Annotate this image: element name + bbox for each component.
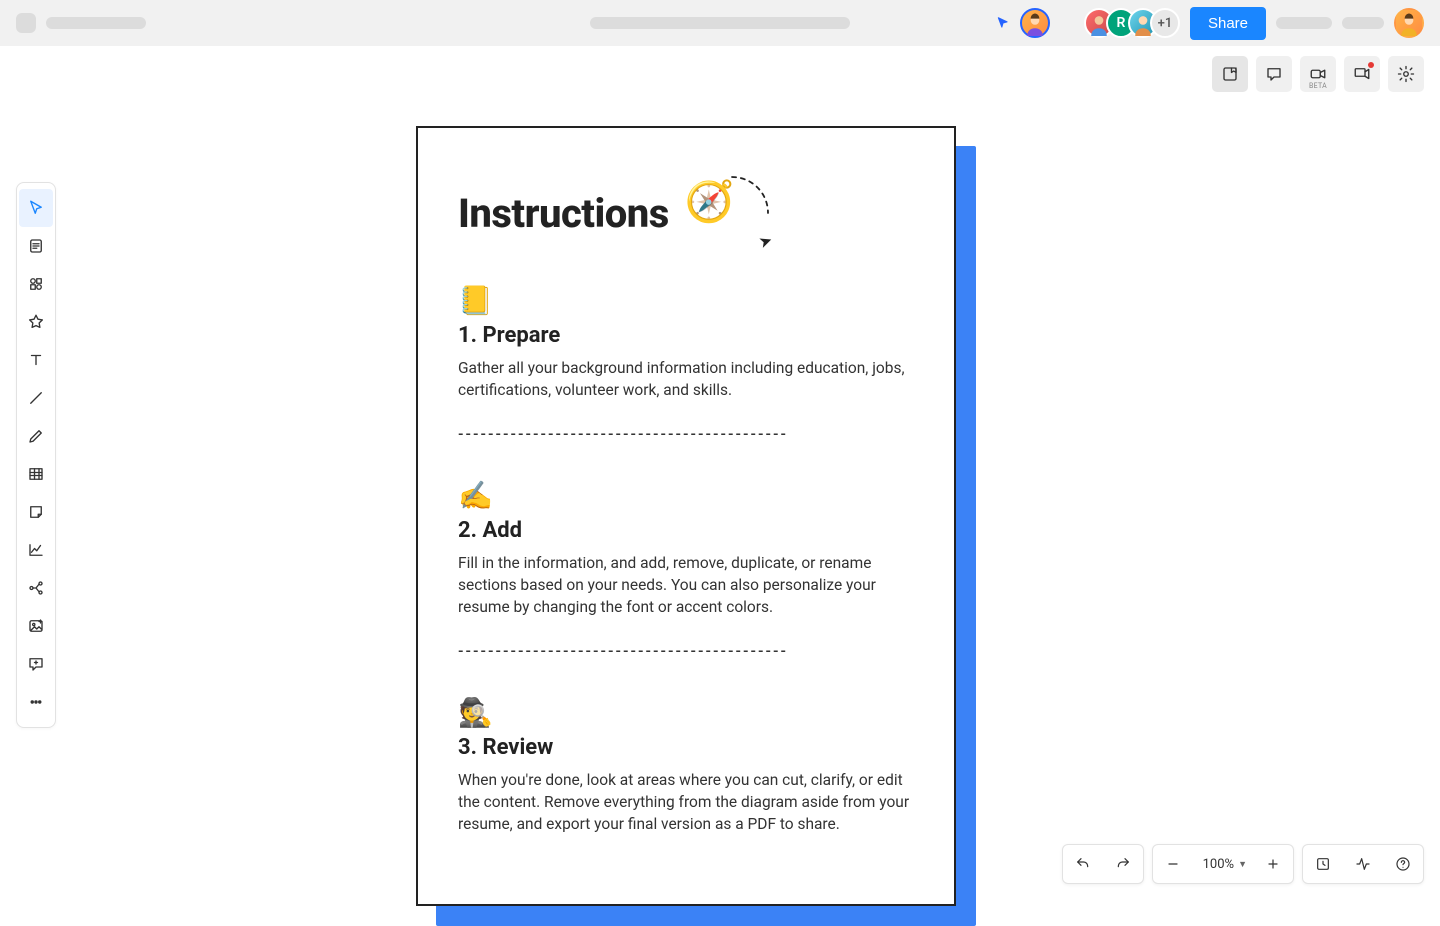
note-icon	[1221, 65, 1239, 83]
star-icon	[27, 313, 45, 331]
zoom-out-button[interactable]	[1153, 845, 1193, 883]
comments-button[interactable]	[1256, 56, 1292, 92]
step-2-emoji: ✍️	[458, 479, 914, 512]
history-icon	[1315, 856, 1331, 872]
pen-tool[interactable]	[19, 417, 53, 455]
redo-button[interactable]	[1103, 845, 1143, 883]
help-button[interactable]	[1383, 845, 1423, 883]
zoom-value: 100%	[1203, 857, 1234, 872]
arrow-cursor-icon: ➤	[757, 233, 773, 252]
video-icon	[1309, 65, 1327, 83]
instructions-document[interactable]: Instructions 🧭 ➤ 📒 1. Prepare Gather all…	[416, 126, 956, 906]
search-placeholder[interactable]	[590, 17, 850, 29]
undo-redo-group	[1062, 844, 1144, 884]
mindmap-tool[interactable]	[19, 569, 53, 607]
image-icon	[27, 617, 45, 635]
settings-button[interactable]	[1388, 56, 1424, 92]
shapes-tool[interactable]	[19, 265, 53, 303]
topbar-placeholder-2[interactable]	[1342, 17, 1384, 29]
video-button[interactable]: BETA	[1300, 56, 1336, 92]
collaborator-avatars: R +1	[1084, 8, 1180, 38]
beta-badge: BETA	[1309, 82, 1327, 90]
more-collaborators[interactable]: +1	[1150, 8, 1180, 38]
divider-2: ----------------------------------------…	[458, 642, 914, 660]
gear-icon	[1397, 65, 1415, 83]
sticky-tool[interactable]	[19, 493, 53, 531]
step-2-heading: 2. Add	[458, 518, 914, 543]
add-comment-icon	[27, 655, 45, 673]
step-1: 📒 1. Prepare Gather all your background …	[458, 284, 914, 401]
minus-icon	[1165, 856, 1181, 872]
line-icon	[27, 389, 45, 407]
line-tool[interactable]	[19, 379, 53, 417]
multiplayer-cursor-icon	[996, 16, 1010, 30]
step-1-body: Gather all your background information i…	[458, 358, 914, 401]
canvas-tools-right: BETA	[1212, 56, 1424, 92]
step-2: ✍️ 2. Add Fill in the information, and a…	[458, 479, 914, 618]
chart-icon	[27, 541, 45, 559]
divider-1: ----------------------------------------…	[458, 425, 914, 443]
share-button[interactable]: Share	[1190, 7, 1266, 40]
image-tool[interactable]	[19, 607, 53, 645]
topbar-right: R +1 Share	[996, 7, 1424, 40]
step-1-emoji: 📒	[458, 284, 914, 317]
topbar: R +1 Share	[0, 0, 1440, 46]
history-button[interactable]	[1303, 845, 1343, 883]
text-icon	[27, 351, 45, 369]
canvas[interactable]: Instructions 🧭 ➤ 📒 1. Prepare Gather all…	[416, 126, 956, 906]
step-3: 🕵️ 3. Review When you're done, look at a…	[458, 696, 914, 835]
text-tool[interactable]	[19, 341, 53, 379]
redo-icon	[1115, 856, 1131, 872]
topbar-left	[16, 13, 146, 33]
zoom-in-button[interactable]	[1253, 845, 1293, 883]
activity-button[interactable]	[1343, 845, 1383, 883]
doc-title-row: Instructions 🧭 ➤	[458, 178, 914, 248]
mindmap-icon	[27, 579, 45, 597]
comment-icon	[1265, 65, 1283, 83]
shapes-icon	[27, 275, 45, 293]
zoom-group: 100% ▼	[1152, 844, 1294, 884]
topbar-center	[590, 17, 850, 29]
step-3-body: When you're done, look at areas where yo…	[458, 770, 914, 835]
pointer-icon	[27, 199, 45, 217]
topbar-placeholder-1[interactable]	[1276, 17, 1332, 29]
table-icon	[27, 465, 45, 483]
bottom-bar: 100% ▼	[1062, 844, 1424, 884]
step-1-heading: 1. Prepare	[458, 323, 914, 348]
step-3-heading: 3. Review	[458, 735, 914, 760]
step-3-emoji: 🕵️	[458, 696, 914, 729]
document-icon	[27, 237, 45, 255]
table-tool[interactable]	[19, 455, 53, 493]
notification-dot	[1368, 62, 1374, 68]
more-icon	[27, 693, 45, 711]
more-tools[interactable]	[19, 683, 53, 721]
doc-title: Instructions	[458, 190, 669, 237]
help-icon	[1395, 856, 1411, 872]
undo-button[interactable]	[1063, 845, 1103, 883]
pencil-icon	[27, 427, 45, 445]
undo-icon	[1075, 856, 1091, 872]
sticky-icon	[27, 503, 45, 521]
present-icon	[1353, 65, 1371, 83]
step-2-body: Fill in the information, and add, remove…	[458, 553, 914, 618]
left-toolbar	[16, 182, 56, 728]
notes-panel-button[interactable]	[1212, 56, 1248, 92]
caret-down-icon: ▼	[1238, 859, 1247, 870]
current-user-avatar[interactable]	[1020, 8, 1050, 38]
select-tool[interactable]	[19, 189, 53, 227]
compass-illustration: 🧭 ➤	[685, 178, 755, 248]
chart-tool[interactable]	[19, 531, 53, 569]
present-button[interactable]	[1344, 56, 1380, 92]
comment-tool[interactable]	[19, 645, 53, 683]
app-menu-placeholder[interactable]	[16, 13, 36, 33]
zoom-level[interactable]: 100% ▼	[1193, 857, 1253, 872]
extra-group	[1302, 844, 1424, 884]
account-avatar[interactable]	[1394, 8, 1424, 38]
doc-title-placeholder[interactable]	[46, 17, 146, 29]
activity-icon	[1355, 856, 1371, 872]
document-tool[interactable]	[19, 227, 53, 265]
plus-icon	[1265, 856, 1281, 872]
star-tool[interactable]	[19, 303, 53, 341]
dashed-arc-icon	[727, 172, 773, 218]
